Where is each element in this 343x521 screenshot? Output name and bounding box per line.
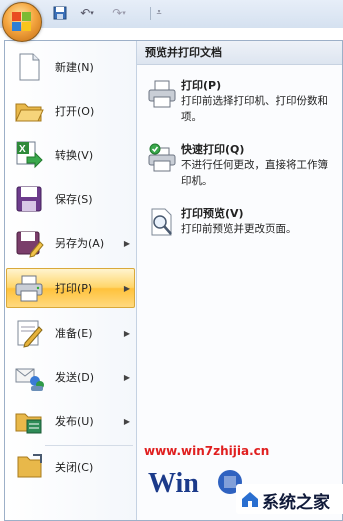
menu-item-label: 发布(U) bbox=[55, 415, 94, 428]
submenu-arrow-icon: ▶ bbox=[123, 416, 130, 426]
menu-divider bbox=[45, 445, 133, 446]
watermark-url: www.win7zhijia.cn bbox=[144, 444, 270, 458]
prepare-icon bbox=[13, 317, 45, 349]
convert-icon: X bbox=[13, 139, 45, 171]
submenu-item-title: 打印(P) bbox=[181, 79, 222, 92]
submenu-arrow-icon: ▶ bbox=[123, 238, 130, 248]
watermark-site-name: 系统之家 bbox=[262, 493, 330, 513]
description-line: 印机。 bbox=[181, 175, 213, 187]
menu-item-open[interactable]: 打开(O) bbox=[7, 91, 134, 131]
description-line: 打印前预览并更改页面。 bbox=[181, 223, 297, 235]
printer-icon bbox=[147, 79, 177, 109]
svg-text:X: X bbox=[19, 144, 26, 155]
submenu-item-title: 打印预览(V) bbox=[181, 207, 244, 220]
office-logo-icon bbox=[12, 12, 32, 32]
menu-item-label: 另存为(A) bbox=[55, 237, 105, 250]
menu-item-label: 打印(P) bbox=[55, 282, 93, 295]
description-line: 打印前选择打印机、打印份数和 bbox=[181, 95, 328, 107]
submenu-item-print-preview[interactable]: 打印预览(V) 打印前预览并更改页面。 bbox=[137, 203, 342, 247]
menu-item-publish[interactable]: 发布(U) ▶ bbox=[7, 401, 134, 441]
submenu-item-title: 快速打印(Q) bbox=[181, 143, 245, 156]
title-bar: ↶ ▾ ↷ ▾ ⩡ bbox=[0, 0, 343, 28]
send-icon bbox=[13, 361, 45, 393]
menu-item-save-as[interactable]: 另存为(A) ▶ bbox=[7, 223, 134, 263]
site-watermark: www.win7zhijia.cn Win 系统之家 bbox=[140, 440, 343, 521]
publish-icon bbox=[13, 405, 45, 437]
office-button[interactable] bbox=[2, 2, 42, 42]
customize-icon[interactable]: ⩡ bbox=[154, 5, 164, 21]
house-icon bbox=[242, 492, 258, 507]
menu-item-new[interactable]: 新建(N) bbox=[7, 47, 134, 87]
submenu-arrow-icon: ▶ bbox=[123, 283, 130, 293]
close-document-icon bbox=[13, 451, 45, 483]
new-document-icon bbox=[13, 51, 45, 83]
menu-item-label: 保存(S) bbox=[55, 193, 93, 206]
menu-item-save[interactable]: 保存(S) bbox=[7, 179, 134, 219]
print-preview-icon bbox=[147, 207, 177, 237]
site-badge: 系统之家 bbox=[236, 484, 343, 514]
menu-item-label: 打开(O) bbox=[55, 105, 95, 118]
submenu-item-quick-print[interactable]: 快速打印(Q) 不进行任何更改，直接将工作簿 印机。 bbox=[137, 139, 342, 195]
menu-item-prepare[interactable]: 准备(E) ▶ bbox=[7, 313, 134, 353]
description-line: 项。 bbox=[181, 111, 202, 123]
submenu-title: 预览并打印文档 bbox=[137, 41, 342, 65]
submenu-item-description: 打印前预览并更改页面。 bbox=[181, 221, 342, 237]
save-as-icon bbox=[13, 227, 45, 259]
undo-icon[interactable]: ↶ ▾ bbox=[74, 5, 100, 21]
menu-commands: 新建(N) 打开(O) X 转换(V) 保存(S) 另存为(A) ▶ 打印(P)… bbox=[5, 41, 137, 520]
quick-print-icon bbox=[147, 143, 177, 173]
menu-item-convert[interactable]: X 转换(V) bbox=[7, 135, 134, 175]
menu-item-label: 关闭(C) bbox=[55, 461, 94, 474]
print-icon bbox=[13, 272, 45, 304]
submenu-arrow-icon: ▶ bbox=[123, 372, 130, 382]
menu-item-close[interactable]: 关闭(C) bbox=[7, 447, 134, 487]
submenu-item-description: 打印前选择打印机、打印份数和 项。 bbox=[181, 93, 342, 125]
menu-item-label: 准备(E) bbox=[55, 327, 93, 340]
submenu-item-print[interactable]: 打印(P) 打印前选择打印机、打印份数和 项。 bbox=[137, 75, 342, 131]
svg-text:Win: Win bbox=[148, 468, 199, 499]
menu-item-print[interactable]: 打印(P) ▶ bbox=[6, 268, 135, 308]
menu-item-label: 发送(D) bbox=[55, 371, 95, 384]
save-icon[interactable] bbox=[52, 5, 68, 21]
menu-item-send[interactable]: 发送(D) ▶ bbox=[7, 357, 134, 397]
menu-item-label: 转换(V) bbox=[55, 149, 94, 162]
redo-icon[interactable]: ↷ ▾ bbox=[106, 5, 132, 21]
separator bbox=[150, 7, 151, 20]
open-folder-icon bbox=[13, 95, 45, 127]
save-icon bbox=[13, 183, 45, 215]
menu-item-label: 新建(N) bbox=[55, 61, 94, 74]
submenu-arrow-icon: ▶ bbox=[123, 328, 130, 338]
description-line: 不进行任何更改，直接将工作簿 bbox=[181, 159, 328, 171]
submenu-item-description: 不进行任何更改，直接将工作簿 印机。 bbox=[181, 157, 342, 189]
